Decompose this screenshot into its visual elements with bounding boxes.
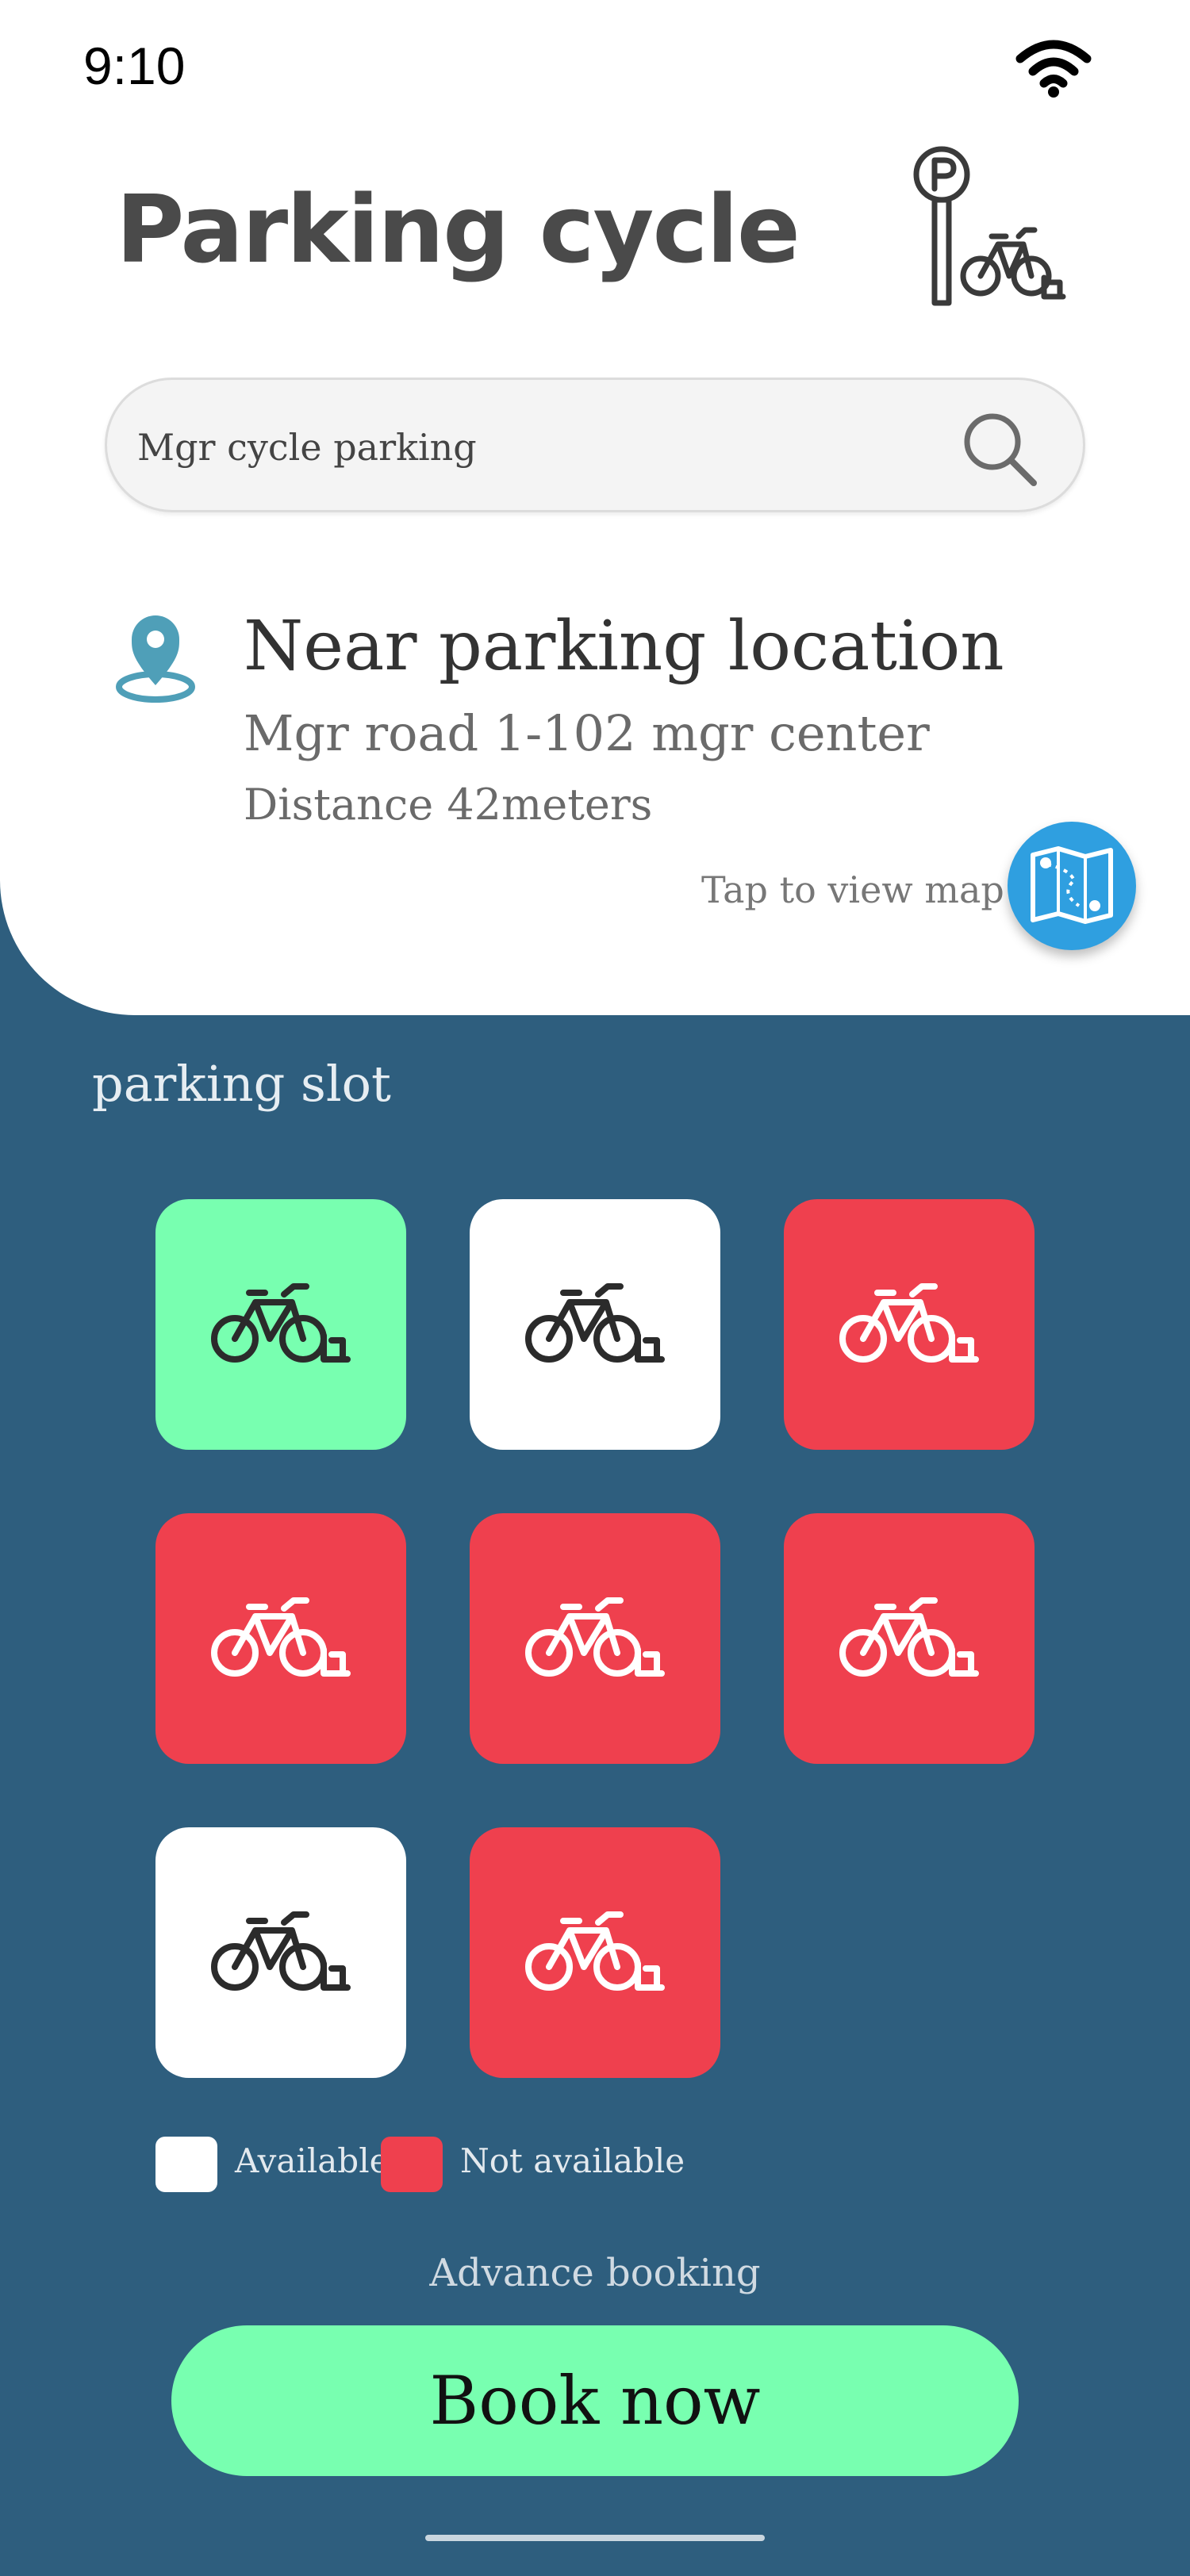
search-icon[interactable]	[956, 405, 1043, 493]
parking-slot-1[interactable]	[155, 1199, 406, 1450]
page-title: Parking cycle	[116, 174, 800, 284]
bicycle-icon	[211, 1597, 351, 1677]
parking-slot-6[interactable]	[784, 1513, 1035, 1764]
parking-slot-4[interactable]	[155, 1513, 406, 1764]
parking-slot-2[interactable]	[470, 1199, 720, 1450]
bicycle-icon	[839, 1597, 979, 1677]
book-now-button[interactable]: Book now	[171, 2325, 1019, 2476]
bicycle-icon	[525, 1597, 665, 1677]
folded-map-icon	[1031, 846, 1113, 924]
home-indicator	[425, 2535, 765, 2541]
parking-slot-3[interactable]	[784, 1199, 1035, 1450]
parking-slot-8[interactable]	[470, 1827, 720, 2078]
bicycle-icon	[211, 1283, 351, 1363]
view-map-button[interactable]	[1008, 822, 1136, 950]
legend-available-swatch	[155, 2137, 217, 2192]
legend-available-label: Available	[235, 2141, 390, 2180]
bicycle-icon	[211, 1911, 351, 1991]
near-location-title: Near parking location	[244, 607, 1004, 686]
legend-not-available-swatch	[381, 2137, 443, 2192]
legend-not-available-label: Not available	[460, 2141, 685, 2180]
search-bar	[105, 378, 1085, 512]
status-time: 9:10	[83, 36, 186, 95]
bicycle-icon	[525, 1283, 665, 1363]
advance-booking-link[interactable]: Advance booking	[0, 2251, 1190, 2295]
location-address: Mgr road 1-102 mgr center	[244, 704, 930, 762]
bicycle-icon	[839, 1283, 979, 1363]
location-distance: Distance 42meters	[244, 780, 653, 830]
parking-slot-5[interactable]	[470, 1513, 720, 1764]
bicycle-icon	[525, 1911, 665, 1991]
parking-bicycle-icon	[913, 146, 1066, 306]
parking-slot-heading: parking slot	[92, 1055, 391, 1113]
wifi-icon	[1015, 40, 1092, 98]
search-input[interactable]	[137, 412, 931, 483]
location-pin-icon	[116, 615, 195, 703]
parking-slot-7[interactable]	[155, 1827, 406, 2078]
map-hint[interactable]: Tap to view map	[701, 868, 1004, 911]
